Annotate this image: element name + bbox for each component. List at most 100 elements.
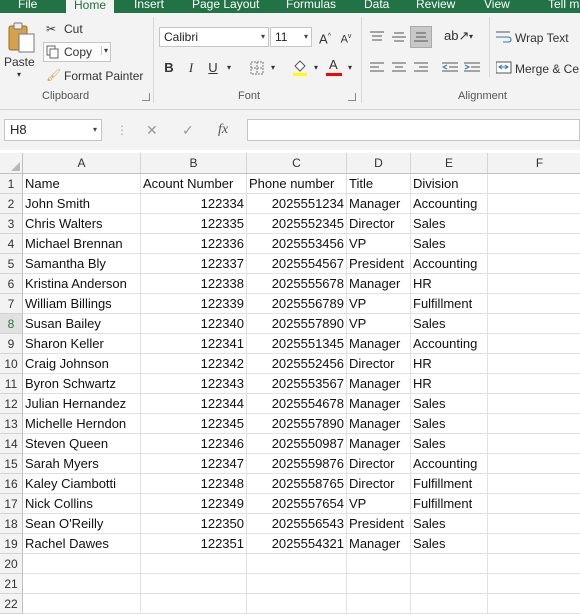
- tab-tell-me[interactable]: Tell m: [548, 0, 579, 12]
- row-header-9[interactable]: 9: [0, 334, 23, 354]
- table-cell[interactable]: [141, 554, 247, 574]
- table-cell[interactable]: Sales: [411, 314, 488, 334]
- table-cell[interactable]: 122345: [141, 414, 247, 434]
- table-cell[interactable]: [247, 574, 347, 594]
- table-cell[interactable]: [347, 574, 411, 594]
- row-header-6[interactable]: 6: [0, 274, 23, 294]
- table-cell[interactable]: 122339: [141, 294, 247, 314]
- select-all-button[interactable]: [0, 153, 23, 174]
- table-cell[interactable]: Manager: [347, 414, 411, 434]
- row-header-4[interactable]: 4: [0, 234, 23, 254]
- row-header-7[interactable]: 7: [0, 294, 23, 314]
- table-cell[interactable]: Manager: [347, 194, 411, 214]
- table-cell[interactable]: [488, 334, 580, 354]
- orientation-dropdown-icon[interactable]: ▾: [462, 28, 480, 46]
- column-header-e[interactable]: E: [411, 153, 488, 174]
- table-cell[interactable]: Sales: [411, 214, 488, 234]
- table-cell[interactable]: Accounting: [411, 254, 488, 274]
- spreadsheet-grid[interactable]: A B C D E F 1 Name Acount Number Phone number Titl…: [0, 153, 580, 614]
- table-cell[interactable]: [247, 554, 347, 574]
- row-header-5[interactable]: 5: [0, 254, 23, 274]
- borders-dropdown-icon[interactable]: ▾: [264, 59, 282, 77]
- table-cell[interactable]: 2025550987: [247, 434, 347, 454]
- format-painter-button[interactable]: Format Painter: [64, 68, 143, 84]
- table-cell[interactable]: HR: [411, 374, 488, 394]
- table-cell[interactable]: [488, 354, 580, 374]
- table-cell[interactable]: 2025551234: [247, 194, 347, 214]
- table-cell[interactable]: [488, 534, 580, 554]
- increase-font-size-icon[interactable]: A^: [316, 28, 334, 48]
- merge-center-button[interactable]: Merge & Ce: [515, 61, 579, 77]
- insert-function-icon[interactable]: fx: [218, 119, 228, 141]
- bold-button[interactable]: B: [160, 59, 178, 77]
- table-cell[interactable]: 2025556789: [247, 294, 347, 314]
- table-cell[interactable]: [488, 214, 580, 234]
- table-cell[interactable]: 2025553567: [247, 374, 347, 394]
- table-cell[interactable]: [488, 434, 580, 454]
- table-cell[interactable]: [141, 574, 247, 594]
- table-cell[interactable]: [488, 554, 580, 574]
- table-cell[interactable]: 2025554567: [247, 254, 347, 274]
- table-cell[interactable]: Director: [347, 354, 411, 374]
- table-cell[interactable]: HR: [411, 274, 488, 294]
- clipboard-launcher-icon[interactable]: [142, 93, 150, 101]
- table-cell[interactable]: 2025552345: [247, 214, 347, 234]
- row-header-13[interactable]: 13: [0, 414, 23, 434]
- table-cell[interactable]: President: [347, 514, 411, 534]
- table-cell[interactable]: Nick Collins: [23, 494, 141, 514]
- font-size-dropdown-icon[interactable]: ▾: [304, 28, 308, 46]
- table-cell[interactable]: [488, 314, 580, 334]
- row-header-16[interactable]: 16: [0, 474, 23, 494]
- table-cell[interactable]: 2025556543: [247, 514, 347, 534]
- enter-icon[interactable]: ✓: [182, 119, 194, 141]
- table-cell[interactable]: 2025554321: [247, 534, 347, 554]
- table-cell[interactable]: [23, 554, 141, 574]
- table-cell[interactable]: [488, 414, 580, 434]
- table-cell[interactable]: [347, 554, 411, 574]
- table-cell[interactable]: [488, 454, 580, 474]
- increase-indent-icon[interactable]: [464, 62, 480, 74]
- table-cell[interactable]: [488, 474, 580, 494]
- column-header-b[interactable]: B: [141, 153, 247, 174]
- tab-insert[interactable]: Insert: [134, 0, 164, 12]
- table-cell[interactable]: Accounting: [411, 334, 488, 354]
- row-header-22[interactable]: 22: [0, 594, 23, 614]
- tab-data[interactable]: Data: [364, 0, 389, 12]
- table-cell[interactable]: [488, 514, 580, 534]
- row-header-18[interactable]: 18: [0, 514, 23, 534]
- row-header-8[interactable]: 8: [0, 314, 23, 334]
- table-cell[interactable]: Sales: [411, 414, 488, 434]
- orientation-icon[interactable]: ab↗: [444, 27, 469, 45]
- format-painter-icon[interactable]: 🖌: [46, 67, 61, 83]
- table-cell[interactable]: 2025559876: [247, 454, 347, 474]
- table-cell[interactable]: 2025553456: [247, 234, 347, 254]
- align-center-icon[interactable]: [392, 62, 406, 74]
- table-cell[interactable]: Sales: [411, 434, 488, 454]
- table-cell[interactable]: VP: [347, 294, 411, 314]
- table-cell[interactable]: 122347: [141, 454, 247, 474]
- italic-button[interactable]: I: [182, 59, 200, 77]
- table-cell[interactable]: Manager: [347, 334, 411, 354]
- table-cell[interactable]: 122351: [141, 534, 247, 554]
- table-cell[interactable]: William Billings: [23, 294, 141, 314]
- table-cell[interactable]: 122335: [141, 214, 247, 234]
- table-cell[interactable]: 122338: [141, 274, 247, 294]
- row-header-21[interactable]: 21: [0, 574, 23, 594]
- row-header-11[interactable]: 11: [0, 374, 23, 394]
- tab-file[interactable]: File: [18, 0, 37, 12]
- table-cell[interactable]: 2025557654: [247, 494, 347, 514]
- font-name-select[interactable]: Calibri ▾: [159, 27, 269, 47]
- table-cell[interactable]: 122348: [141, 474, 247, 494]
- table-cell[interactable]: 122336: [141, 234, 247, 254]
- table-cell[interactable]: [141, 594, 247, 614]
- table-cell[interactable]: VP: [347, 314, 411, 334]
- table-cell[interactable]: Sarah Myers: [23, 454, 141, 474]
- table-cell[interactable]: Michael Brennan: [23, 234, 141, 254]
- table-cell[interactable]: Kristina Anderson: [23, 274, 141, 294]
- more-options-icon[interactable]: ⋮: [116, 119, 128, 141]
- table-cell[interactable]: 122337: [141, 254, 247, 274]
- fill-color-icon[interactable]: [292, 58, 308, 76]
- formula-input[interactable]: [247, 119, 580, 141]
- row-header-10[interactable]: 10: [0, 354, 23, 374]
- name-box[interactable]: H8 ▾: [4, 119, 102, 141]
